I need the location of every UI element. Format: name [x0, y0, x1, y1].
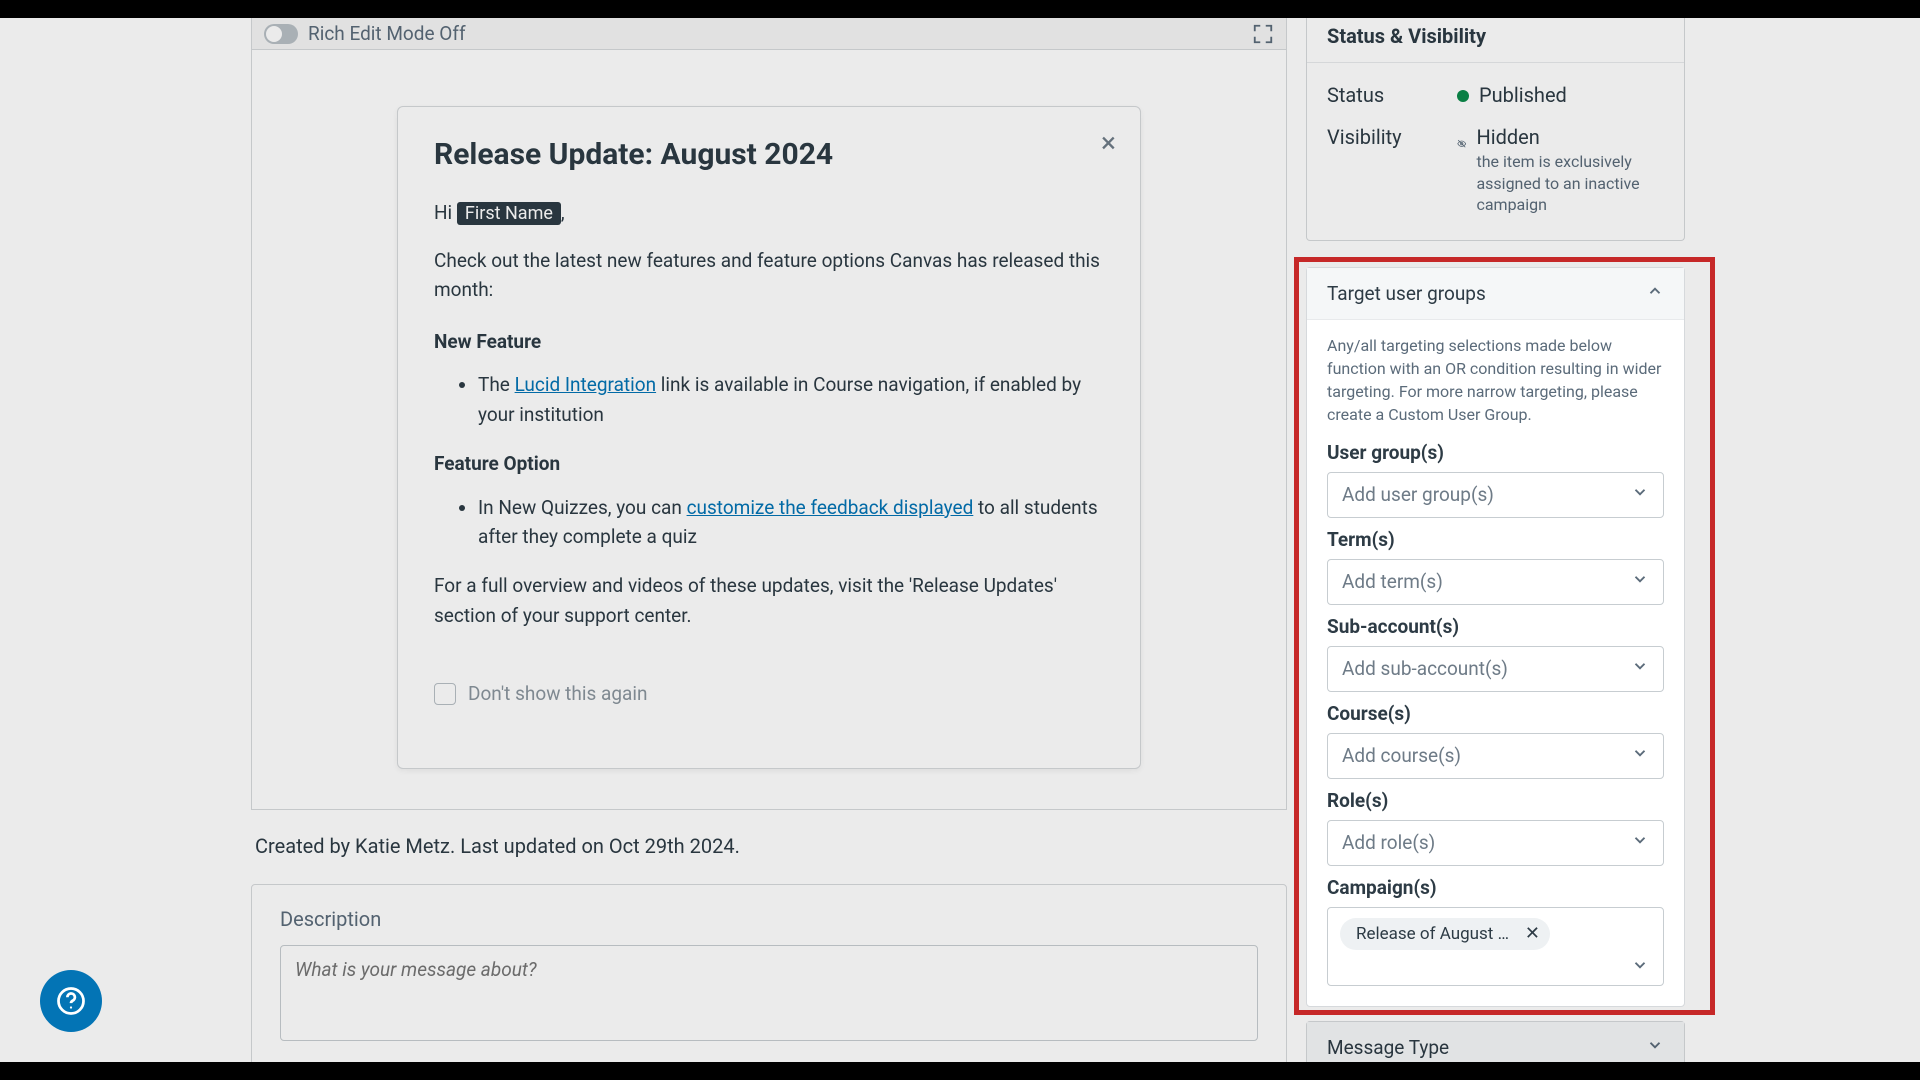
help-fab-button[interactable] [40, 970, 102, 1032]
message-type-title: Message Type [1327, 1036, 1449, 1059]
close-icon[interactable]: × [1101, 129, 1116, 157]
campaigns-select[interactable]: Release of August 17th 2… ✕ [1327, 907, 1664, 986]
sub-accounts-label: Sub-account(s) [1327, 615, 1664, 638]
greeting-suffix: , [561, 201, 565, 224]
rich-edit-label: Rich Edit Mode Off [308, 22, 466, 45]
user-groups-label: User group(s) [1327, 441, 1664, 464]
message-type-header[interactable]: Message Type [1307, 1022, 1684, 1062]
message-preview-modal: × Release Update: August 2024 Hi First N… [397, 106, 1141, 769]
chevron-down-icon [1631, 483, 1649, 506]
modal-title: Release Update: August 2024 [434, 137, 1104, 172]
feature-option-item: In New Quizzes, you can customize the fe… [478, 493, 1104, 552]
merge-token-first-name[interactable]: First Name [457, 202, 561, 225]
chevron-down-icon [1631, 657, 1649, 680]
status-row: Status Published [1327, 83, 1664, 107]
modal-footer-text: For a full overview and videos of these … [434, 571, 1104, 630]
targeting-help-text: Any/all targeting selections made below … [1307, 320, 1684, 431]
status-visibility-panel: Status & Visibility Status Published Vis… [1306, 18, 1685, 241]
dont-show-again-label: Don't show this again [468, 682, 647, 705]
message-type-panel: Message Type [1306, 1021, 1685, 1062]
status-value: Published [1479, 83, 1567, 107]
campaign-chip-label: Release of August 17th 2… [1356, 924, 1515, 944]
terms-label: Term(s) [1327, 528, 1664, 551]
message-preview-area: × Release Update: August 2024 Hi First N… [251, 50, 1287, 810]
section-new-feature: New Feature [434, 327, 1104, 356]
sub-accounts-select[interactable]: Add sub-account(s) [1327, 646, 1664, 692]
target-user-groups-header[interactable]: Target user groups [1307, 268, 1684, 320]
status-visibility-header[interactable]: Status & Visibility [1307, 18, 1684, 63]
remove-chip-icon[interactable]: ✕ [1525, 925, 1540, 943]
section-feature-option: Feature Option [434, 449, 1104, 478]
chevron-down-icon [1631, 744, 1649, 767]
greeting-prefix: Hi [434, 201, 457, 224]
visibility-value: Hidden [1476, 125, 1664, 149]
chevron-up-icon [1646, 282, 1664, 305]
courses-select[interactable]: Add course(s) [1327, 733, 1664, 779]
terms-placeholder: Add term(s) [1342, 570, 1443, 593]
modal-greeting: Hi First Name, [434, 198, 1104, 228]
chevron-down-icon [1646, 1036, 1664, 1059]
visibility-row: Visibility Hidden the item is exclusivel… [1327, 125, 1664, 216]
meta-line: Created by Katie Metz. Last updated on O… [255, 834, 1287, 858]
rich-edit-toggle[interactable] [264, 24, 298, 44]
user-groups-placeholder: Add user group(s) [1342, 483, 1494, 506]
target-user-groups-panel: Target user groups Any/all targeting sel… [1306, 267, 1685, 1007]
modal-intro: Check out the latest new features and fe… [434, 246, 1104, 305]
expand-icon[interactable] [1252, 23, 1274, 45]
status-dot-icon [1457, 90, 1469, 102]
customize-feedback-link[interactable]: customize the feedback displayed [687, 496, 974, 519]
description-textarea[interactable] [280, 945, 1258, 1041]
status-label: Status [1327, 83, 1457, 107]
roles-placeholder: Add role(s) [1342, 831, 1435, 854]
roles-label: Role(s) [1327, 789, 1664, 812]
roles-select[interactable]: Add role(s) [1327, 820, 1664, 866]
courses-label: Course(s) [1327, 702, 1664, 725]
lucid-integration-link[interactable]: Lucid Integration [515, 373, 656, 396]
status-visibility-title: Status & Visibility [1327, 24, 1486, 48]
campaigns-label: Campaign(s) [1327, 876, 1664, 899]
hidden-icon [1457, 129, 1466, 149]
chevron-down-icon [1631, 956, 1649, 979]
chevron-down-icon [1631, 831, 1649, 854]
target-user-groups-title: Target user groups [1327, 282, 1486, 305]
description-card: Description [251, 884, 1287, 1062]
visibility-label: Visibility [1327, 125, 1457, 216]
description-label: Description [280, 907, 1258, 931]
dont-show-again-row: Don't show this again [434, 682, 1104, 705]
terms-select[interactable]: Add term(s) [1327, 559, 1664, 605]
visibility-note: the item is exclusively assigned to an i… [1476, 151, 1664, 216]
courses-placeholder: Add course(s) [1342, 744, 1461, 767]
chevron-down-icon [1631, 570, 1649, 593]
user-groups-select[interactable]: Add user group(s) [1327, 472, 1664, 518]
sub-accounts-placeholder: Add sub-account(s) [1342, 657, 1508, 680]
dont-show-again-checkbox[interactable] [434, 683, 456, 705]
new-feature-item: The Lucid Integration link is available … [478, 370, 1104, 429]
editor-toolbar: Rich Edit Mode Off [251, 18, 1287, 50]
campaign-chip: Release of August 17th 2… ✕ [1340, 918, 1550, 950]
